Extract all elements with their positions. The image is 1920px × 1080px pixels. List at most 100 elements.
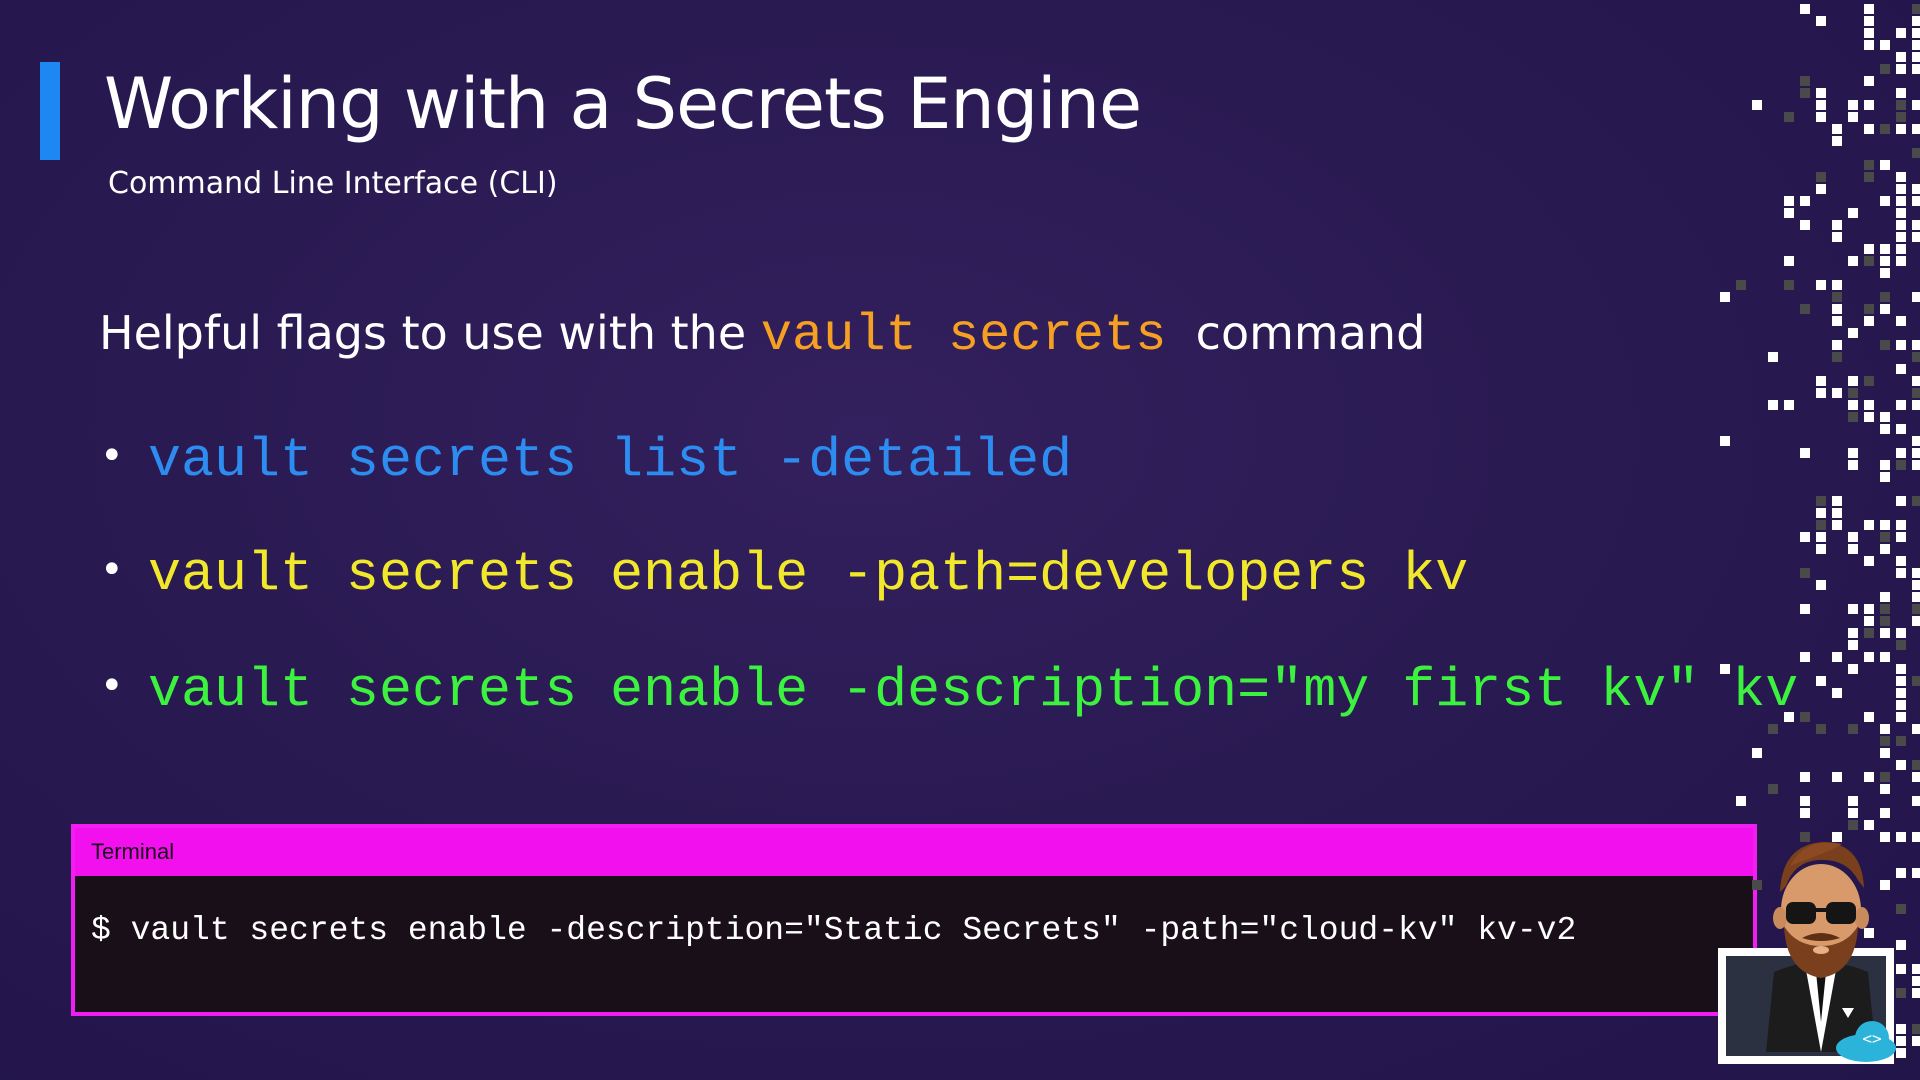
pixel-dot xyxy=(1832,496,1842,506)
pixel-dot xyxy=(1896,424,1906,434)
pixel-dot xyxy=(1832,652,1842,662)
pixel-dot xyxy=(1912,220,1920,230)
pixel-dot xyxy=(1800,532,1810,542)
pixel-dot xyxy=(1880,520,1890,530)
pixel-dot xyxy=(1896,688,1906,698)
pixel-dot xyxy=(1816,496,1826,506)
pixel-dot xyxy=(1896,760,1906,770)
pixel-dot xyxy=(1864,400,1874,410)
pixel-dot xyxy=(1896,868,1906,878)
pixel-dot xyxy=(1912,100,1920,110)
pixel-dot xyxy=(1832,772,1842,782)
pixel-dot xyxy=(1736,796,1746,806)
pixel-dot xyxy=(1912,1024,1920,1034)
pixel-dot xyxy=(1816,112,1826,122)
pixel-dot xyxy=(1800,220,1810,230)
pixel-dot xyxy=(1896,124,1906,134)
pixel-dot xyxy=(1800,796,1810,806)
pixel-dot xyxy=(1816,184,1826,194)
pixel-dot xyxy=(1848,796,1858,806)
svg-text:<>: <> xyxy=(1862,1029,1881,1048)
bullet-command: vault secrets list -detailed xyxy=(148,429,1073,492)
pixel-dot xyxy=(1848,544,1858,554)
pixel-dot xyxy=(1896,244,1906,254)
pixel-dot xyxy=(1880,124,1890,134)
pixel-dot xyxy=(1896,364,1906,374)
bullet-item: • vault secrets enable -path=developers k… xyxy=(100,534,1468,611)
pixel-dot xyxy=(1912,16,1920,26)
pixel-dot xyxy=(1816,388,1826,398)
pixel-dot xyxy=(1864,712,1874,722)
pixel-dot xyxy=(1832,520,1842,530)
pixel-dot xyxy=(1912,604,1920,614)
pixel-dot xyxy=(1912,400,1920,410)
pixel-dot xyxy=(1832,220,1842,230)
pixel-dot xyxy=(1912,436,1920,446)
pixel-dot xyxy=(1848,256,1858,266)
pixel-dot xyxy=(1800,712,1810,722)
pixel-dot xyxy=(1784,256,1794,266)
bullet-command: vault secrets enable -description="my fi… xyxy=(148,659,1799,722)
pixel-dot xyxy=(1832,292,1842,302)
pixel-dot xyxy=(1896,232,1906,242)
intro-line: Helpful flags to use with the vault secr… xyxy=(99,300,1425,369)
pixel-dot xyxy=(1912,976,1920,986)
pixel-dot xyxy=(1896,640,1906,650)
pixel-dot xyxy=(1864,628,1874,638)
pixel-dot xyxy=(1912,340,1920,350)
pixel-dot xyxy=(1880,748,1890,758)
pixel-dot xyxy=(1912,148,1920,158)
pixel-dot xyxy=(1896,64,1906,74)
pixel-dot xyxy=(1912,496,1920,506)
pixel-dot xyxy=(1816,280,1826,290)
pixel-dot xyxy=(1896,532,1906,542)
pixel-dot xyxy=(1784,400,1794,410)
pixel-dot xyxy=(1896,496,1906,506)
pixel-dot xyxy=(1880,412,1890,422)
pixel-dot xyxy=(1896,340,1906,350)
pixel-dot xyxy=(1880,256,1890,266)
pixel-dot xyxy=(1800,76,1810,86)
pixel-dot xyxy=(1880,40,1890,50)
terminal-command[interactable]: $ vault secrets enable -description="Sta… xyxy=(91,912,1576,949)
pixel-dot xyxy=(1896,832,1906,842)
pixel-dot xyxy=(1832,340,1842,350)
pixel-dot xyxy=(1832,304,1842,314)
pixel-dot xyxy=(1800,652,1810,662)
pixel-dot xyxy=(1816,88,1826,98)
pixel-dot xyxy=(1896,964,1906,974)
pixel-dot xyxy=(1864,4,1874,14)
pixel-dot xyxy=(1864,520,1874,530)
pixel-dot xyxy=(1832,388,1842,398)
pixel-dot xyxy=(1896,520,1906,530)
pixel-dot xyxy=(1896,664,1906,674)
pixel-dot xyxy=(1864,172,1874,182)
pixel-dot xyxy=(1880,244,1890,254)
pixel-dot xyxy=(1800,88,1810,98)
pixel-dot xyxy=(1864,556,1874,566)
pixel-dot xyxy=(1896,904,1906,914)
pixel-dot xyxy=(1880,64,1890,74)
pixel-dot xyxy=(1896,88,1906,98)
pixel-dot xyxy=(1912,196,1920,206)
pixel-dot xyxy=(1880,616,1890,626)
pixel-dot xyxy=(1848,400,1858,410)
pixel-dot xyxy=(1880,268,1890,278)
pixel-dot xyxy=(1864,100,1874,110)
pixel-dot xyxy=(1864,604,1874,614)
pixel-dot xyxy=(1912,724,1920,734)
pixel-dot xyxy=(1912,28,1920,38)
pixel-dot xyxy=(1848,112,1858,122)
pixel-dot xyxy=(1880,724,1890,734)
pixel-dot xyxy=(1880,784,1890,794)
pixel-dot xyxy=(1832,232,1842,242)
intro-text-before: Helpful flags to use with the xyxy=(99,306,761,360)
pixel-dot xyxy=(1800,772,1810,782)
pixel-dot xyxy=(1832,316,1842,326)
pixel-dot xyxy=(1800,4,1810,14)
pixel-dot xyxy=(1912,676,1920,686)
pixel-dot xyxy=(1880,808,1890,818)
code-cloud-logo: <> xyxy=(1836,1021,1896,1062)
pixel-dot xyxy=(1784,208,1794,218)
pixel-dot xyxy=(1896,52,1906,62)
